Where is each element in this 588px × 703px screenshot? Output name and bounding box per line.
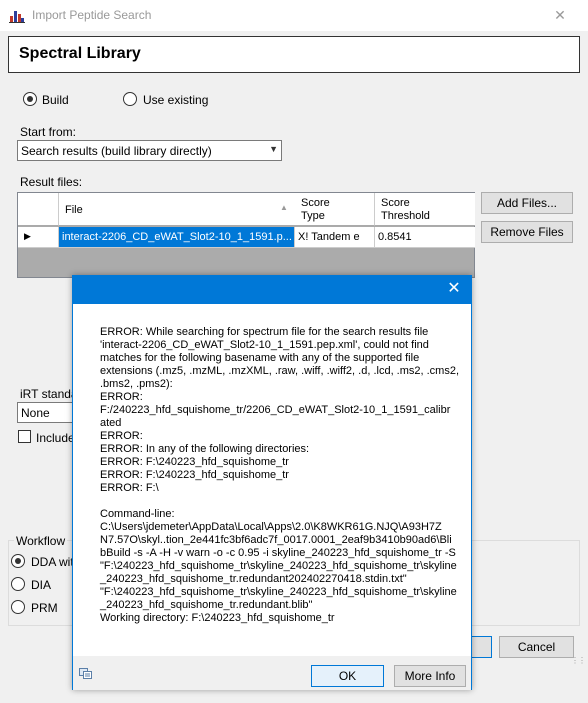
irt-standards-label: iRT standa [20, 387, 78, 401]
start-from-value: Search results (build library directly) [21, 144, 212, 158]
table-cell-score-type[interactable]: X! Tandem e [295, 227, 375, 248]
irt-standards-value: None [21, 406, 50, 420]
dialog-titlebar[interactable]: ✕ [73, 276, 471, 304]
table-cell-threshold[interactable]: 0.8541 [375, 227, 475, 248]
cancel-button[interactable]: Cancel [499, 636, 574, 658]
resize-grip-icon[interactable]: ⋮⋮ [571, 656, 586, 668]
build-radio-label: Build [42, 93, 69, 107]
workflow-group-label: Workflow [14, 534, 68, 548]
workflow-prm-radio[interactable] [11, 600, 25, 614]
dialog-close-icon[interactable]: ✕ [443, 278, 465, 300]
result-files-label: Result files: [20, 175, 83, 189]
table-row-header[interactable]: ▶ [18, 227, 59, 248]
page-header: Spectral Library [8, 36, 580, 73]
chevron-down-icon: ▼ [269, 144, 278, 154]
start-from-label: Start from: [20, 125, 77, 139]
use-existing-radio-label: Use existing [143, 93, 209, 107]
column-header-score-type[interactable]: Score Type [295, 193, 375, 226]
error-message: ERROR: While searching for spectrum file… [100, 326, 460, 624]
include-checkbox-label: Include [36, 431, 75, 445]
current-row-icon: ▶ [24, 231, 31, 241]
column-header-label: Score Type [301, 197, 330, 222]
sort-ascending-icon: ▲ [280, 203, 288, 212]
skyline-app-icon [9, 11, 25, 23]
page-title: Spectral Library [19, 45, 141, 62]
start-from-dropdown[interactable]: Search results (build library directly) … [17, 140, 282, 161]
more-info-button[interactable]: More Info [394, 665, 466, 687]
window-title: Import Peptide Search [32, 8, 152, 22]
build-radio[interactable] [23, 92, 37, 106]
error-dialog: ✕ ERROR: While searching for spectrum fi… [72, 275, 472, 690]
workflow-dda-radio[interactable] [11, 554, 25, 568]
cell-text: interact-2206_CD_eWAT_Slot2-10_1_1591.p.… [62, 231, 292, 243]
window-close-icon[interactable]: ✕ [548, 4, 572, 26]
copy-icon[interactable] [79, 668, 93, 680]
workflow-prm-label: PRM [31, 601, 58, 615]
cell-text: X! Tandem e [298, 231, 360, 243]
result-files-grid[interactable]: File ▲ Score Type Score Threshold ▶ inte… [17, 192, 475, 278]
column-header-file[interactable]: File [59, 193, 312, 226]
row-header-corner [18, 193, 59, 226]
cell-text: 0.8541 [378, 231, 412, 243]
irt-standards-dropdown[interactable]: None [17, 402, 75, 423]
column-header-score-threshold[interactable]: Score Threshold [375, 193, 475, 226]
window-titlebar[interactable]: Import Peptide Search ✕ [0, 0, 588, 31]
table-cell-file[interactable]: interact-2206_CD_eWAT_Slot2-10_1_1591.p.… [59, 227, 295, 248]
workflow-dia-radio[interactable] [11, 577, 25, 591]
remove-files-button[interactable]: Remove Files [481, 221, 573, 243]
column-header-label: Score Threshold [381, 197, 430, 222]
column-header-label: File [65, 204, 83, 216]
use-existing-radio[interactable] [123, 92, 137, 106]
ok-button[interactable]: OK [311, 665, 384, 687]
include-checkbox[interactable] [18, 430, 31, 443]
workflow-dia-label: DIA [31, 578, 52, 592]
add-files-button[interactable]: Add Files... [481, 192, 573, 214]
